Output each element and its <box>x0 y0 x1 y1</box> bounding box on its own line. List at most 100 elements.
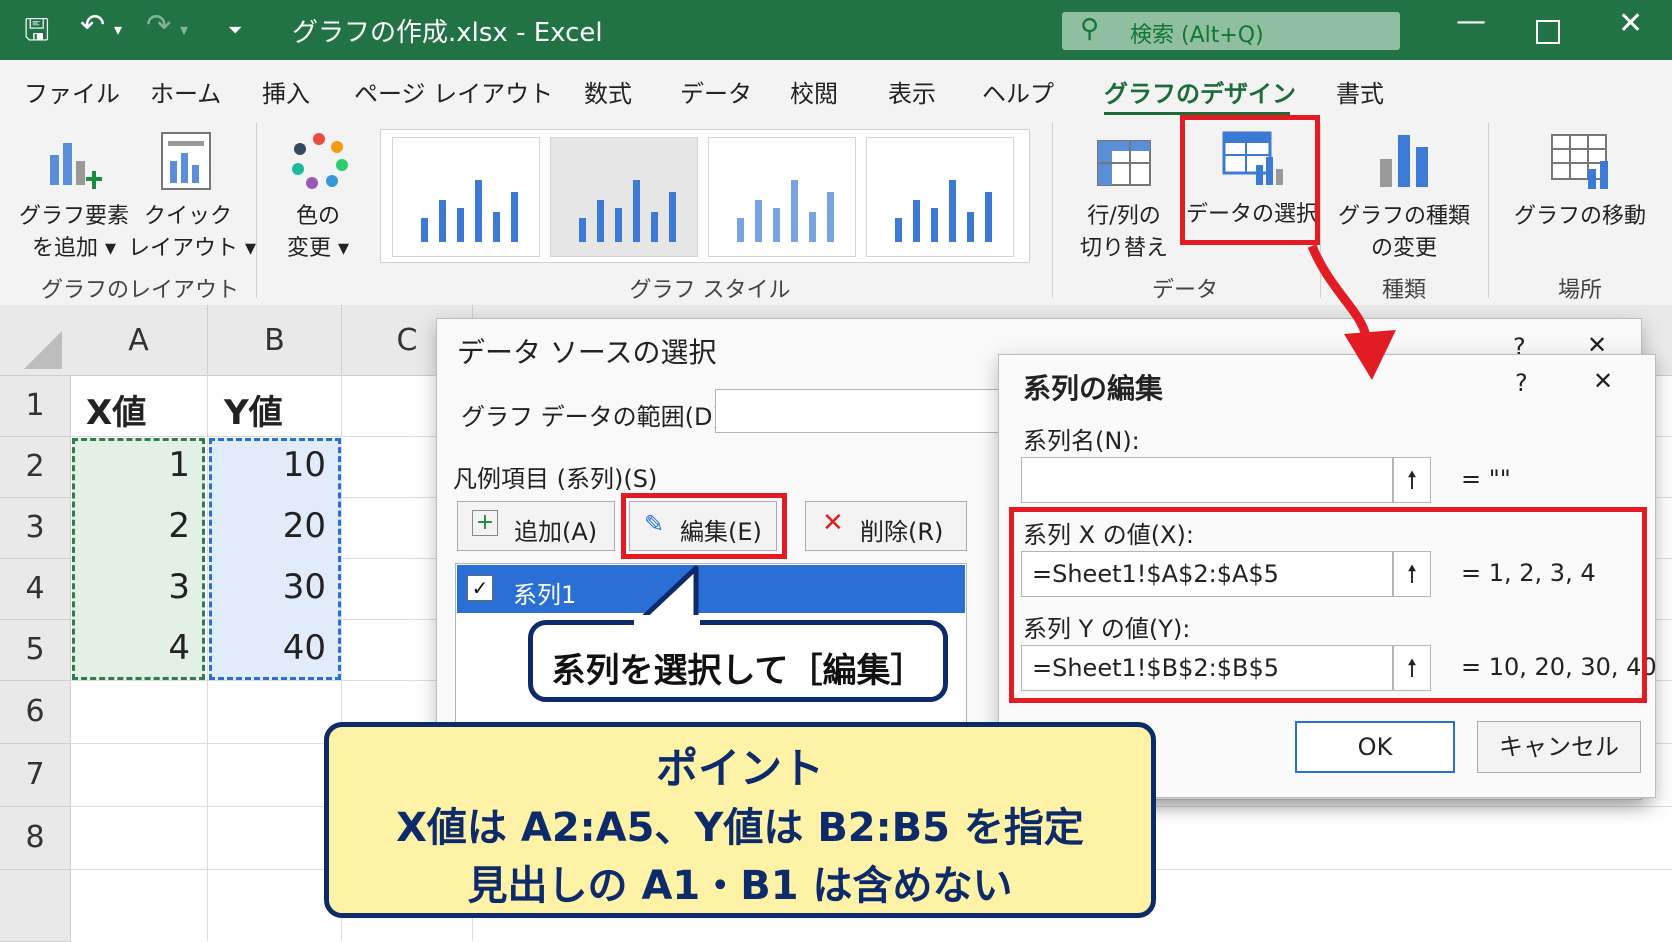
add-series-label: 追加(A) <box>514 518 598 546</box>
cell-a4[interactable]: 3 <box>80 567 190 607</box>
delete-series-label: 削除(R) <box>860 518 944 546</box>
add-series-button[interactable]: + 追加(A) <box>457 501 615 551</box>
change-colors-label-1: 色の <box>295 204 340 229</box>
row-header-7[interactable]: 7 <box>0 744 71 807</box>
save-icon[interactable]: 🖫 <box>24 8 50 59</box>
edit-series-help-icon[interactable]: ? <box>1515 369 1528 397</box>
tab-format[interactable]: 書式 <box>1336 74 1384 109</box>
chart-style-4[interactable] <box>866 137 1014 257</box>
series-name-preview: = "" <box>1461 465 1511 493</box>
maximize-icon[interactable] <box>1536 20 1560 44</box>
select-all-triangle-icon <box>24 331 62 369</box>
edit-hint-text: 系列を選択して［編集］ <box>551 651 925 691</box>
switch-row-column-label-1: 行/列の <box>1087 204 1161 229</box>
redo-icon[interactable]: ↷ <box>146 8 171 43</box>
tab-review[interactable]: 校閲 <box>790 74 838 109</box>
checkbox-checked-icon[interactable]: ✓ <box>467 575 493 601</box>
tab-home[interactable]: ホーム <box>150 74 221 109</box>
search-box[interactable]: ⚲ 検索 (Alt+Q) <box>1062 12 1400 50</box>
ribbon-tabs: ファイル ホーム 挿入 ページ レイアウト 数式 データ 校閲 表示 ヘルプ グ… <box>0 60 1672 116</box>
customize-qat-icon[interactable]: ⏷ <box>228 20 242 41</box>
cell-a2[interactable]: 1 <box>80 445 190 485</box>
group-label-layout: グラフのレイアウト <box>40 278 239 303</box>
collapse-dialog-icon[interactable]: 🠕 <box>1393 457 1431 503</box>
add-icon: + <box>472 510 498 536</box>
tab-formulas[interactable]: 数式 <box>584 74 632 109</box>
tab-chart-design[interactable]: グラフのデザイン <box>1104 74 1296 109</box>
row-header-1[interactable]: 1 <box>0 376 71 437</box>
column-header-b[interactable]: B <box>208 305 342 376</box>
redo-dropdown-icon[interactable]: ▾ <box>180 20 188 39</box>
search-placeholder: 検索 (Alt+Q) <box>1130 23 1264 48</box>
tab-view[interactable]: 表示 <box>888 74 936 109</box>
cancel-button[interactable]: キャンセル <box>1477 721 1641 773</box>
quick-layout-button[interactable]: クイック レイアウト ▾ <box>128 123 257 268</box>
tab-insert[interactable]: 挿入 <box>262 74 310 109</box>
undo-icon[interactable]: ↶ <box>80 8 105 43</box>
tab-file[interactable]: ファイル <box>24 74 120 109</box>
delete-series-button[interactable]: ✕ 削除(R) <box>805 501 967 551</box>
cell-b4[interactable]: 30 <box>214 567 326 607</box>
point-title: ポイント <box>655 744 824 793</box>
close-window-icon[interactable]: ✕ <box>1618 6 1643 41</box>
minimize-icon[interactable]: — <box>1456 4 1486 39</box>
red-arrow <box>1307 244 1396 380</box>
edit-hint-callout: 系列を選択して［編集］ <box>528 620 948 702</box>
change-colors-label-2: 変更 ▾ <box>286 236 350 261</box>
chart-style-1[interactable] <box>392 137 540 257</box>
ribbon-separator <box>1052 123 1053 298</box>
row-header-blank <box>0 870 71 942</box>
select-all-corner[interactable] <box>0 305 71 376</box>
chart-style-3[interactable] <box>708 137 856 257</box>
xy-values-highlight <box>1009 507 1647 703</box>
column-header-a[interactable]: A <box>70 305 208 376</box>
row-header-6[interactable]: 6 <box>0 681 71 744</box>
move-chart-button[interactable]: グラフの移動 <box>1500 123 1660 268</box>
undo-dropdown-icon[interactable]: ▾ <box>114 20 122 39</box>
row-header-8[interactable]: 8 <box>0 807 71 870</box>
quick-layout-label-1: クイック <box>143 204 232 229</box>
quick-layout-label-2: レイアウト ▾ <box>128 236 257 261</box>
change-chart-type-icon <box>1380 135 1428 187</box>
window-title: グラフの作成.xlsx - Excel <box>292 18 603 48</box>
cell-b1[interactable]: Y値 <box>224 385 283 434</box>
chart-style-2[interactable] <box>550 137 698 257</box>
cell-a1[interactable]: X値 <box>86 385 146 434</box>
group-label-styles: グラフ スタイル <box>629 278 791 303</box>
row-header-4[interactable]: 4 <box>0 559 71 620</box>
search-icon: ⚲ <box>1080 14 1100 44</box>
delete-icon: ✕ <box>822 508 844 538</box>
cell-a5[interactable]: 4 <box>80 628 190 668</box>
palette-icon <box>292 133 348 189</box>
chart-range-label: グラフ データの範囲(D): <box>461 403 730 431</box>
cell-b2[interactable]: 10 <box>214 445 326 485</box>
cell-b3[interactable]: 20 <box>214 506 326 546</box>
cell-b5[interactable]: 40 <box>214 628 326 668</box>
title-bar: 🖫 ↶ ▾ ↷ ▾ ⏷ グラフの作成.xlsx - Excel ⚲ 検索 (Al… <box>0 0 1672 60</box>
series-name-label: 系列名(N): <box>1023 427 1140 455</box>
row-header-3[interactable]: 3 <box>0 498 71 559</box>
add-chart-element-button[interactable]: グラフ要素 を追加 ▾ <box>14 123 134 268</box>
ribbon-separator <box>256 123 257 298</box>
ribbon: グラフ要素 を追加 ▾ クイック レイアウト ▾ グラフのレイアウト 色の 変更… <box>0 115 1672 306</box>
ok-button[interactable]: OK <box>1295 721 1455 773</box>
callout-join <box>634 615 700 625</box>
dialog-title: データ ソースの選択 <box>457 336 717 369</box>
edit-button-highlight <box>621 493 787 559</box>
row-header-5[interactable]: 5 <box>0 620 71 681</box>
change-colors-button[interactable]: 色の 変更 ▾ <box>270 123 366 268</box>
change-chart-type-label-1: グラフの種類 <box>1337 204 1470 229</box>
switch-row-column-button[interactable]: 行/列の 切り替え <box>1064 123 1184 268</box>
series-name-input[interactable] <box>1021 457 1393 503</box>
row-header-2[interactable]: 2 <box>0 437 71 498</box>
tab-help[interactable]: ヘルプ <box>982 74 1054 109</box>
edit-series-close-icon[interactable]: ✕ <box>1593 367 1613 395</box>
add-chart-element-label-1: グラフ要素 <box>18 204 129 229</box>
chart-range-input[interactable] <box>715 389 1005 433</box>
tab-data[interactable]: データ <box>680 74 752 109</box>
grid-line <box>207 375 208 941</box>
move-chart-icon <box>1551 134 1608 189</box>
cell-a3[interactable]: 2 <box>80 506 190 546</box>
tab-page-layout[interactable]: ページ レイアウト <box>354 74 553 109</box>
add-chart-element-icon <box>50 143 102 189</box>
